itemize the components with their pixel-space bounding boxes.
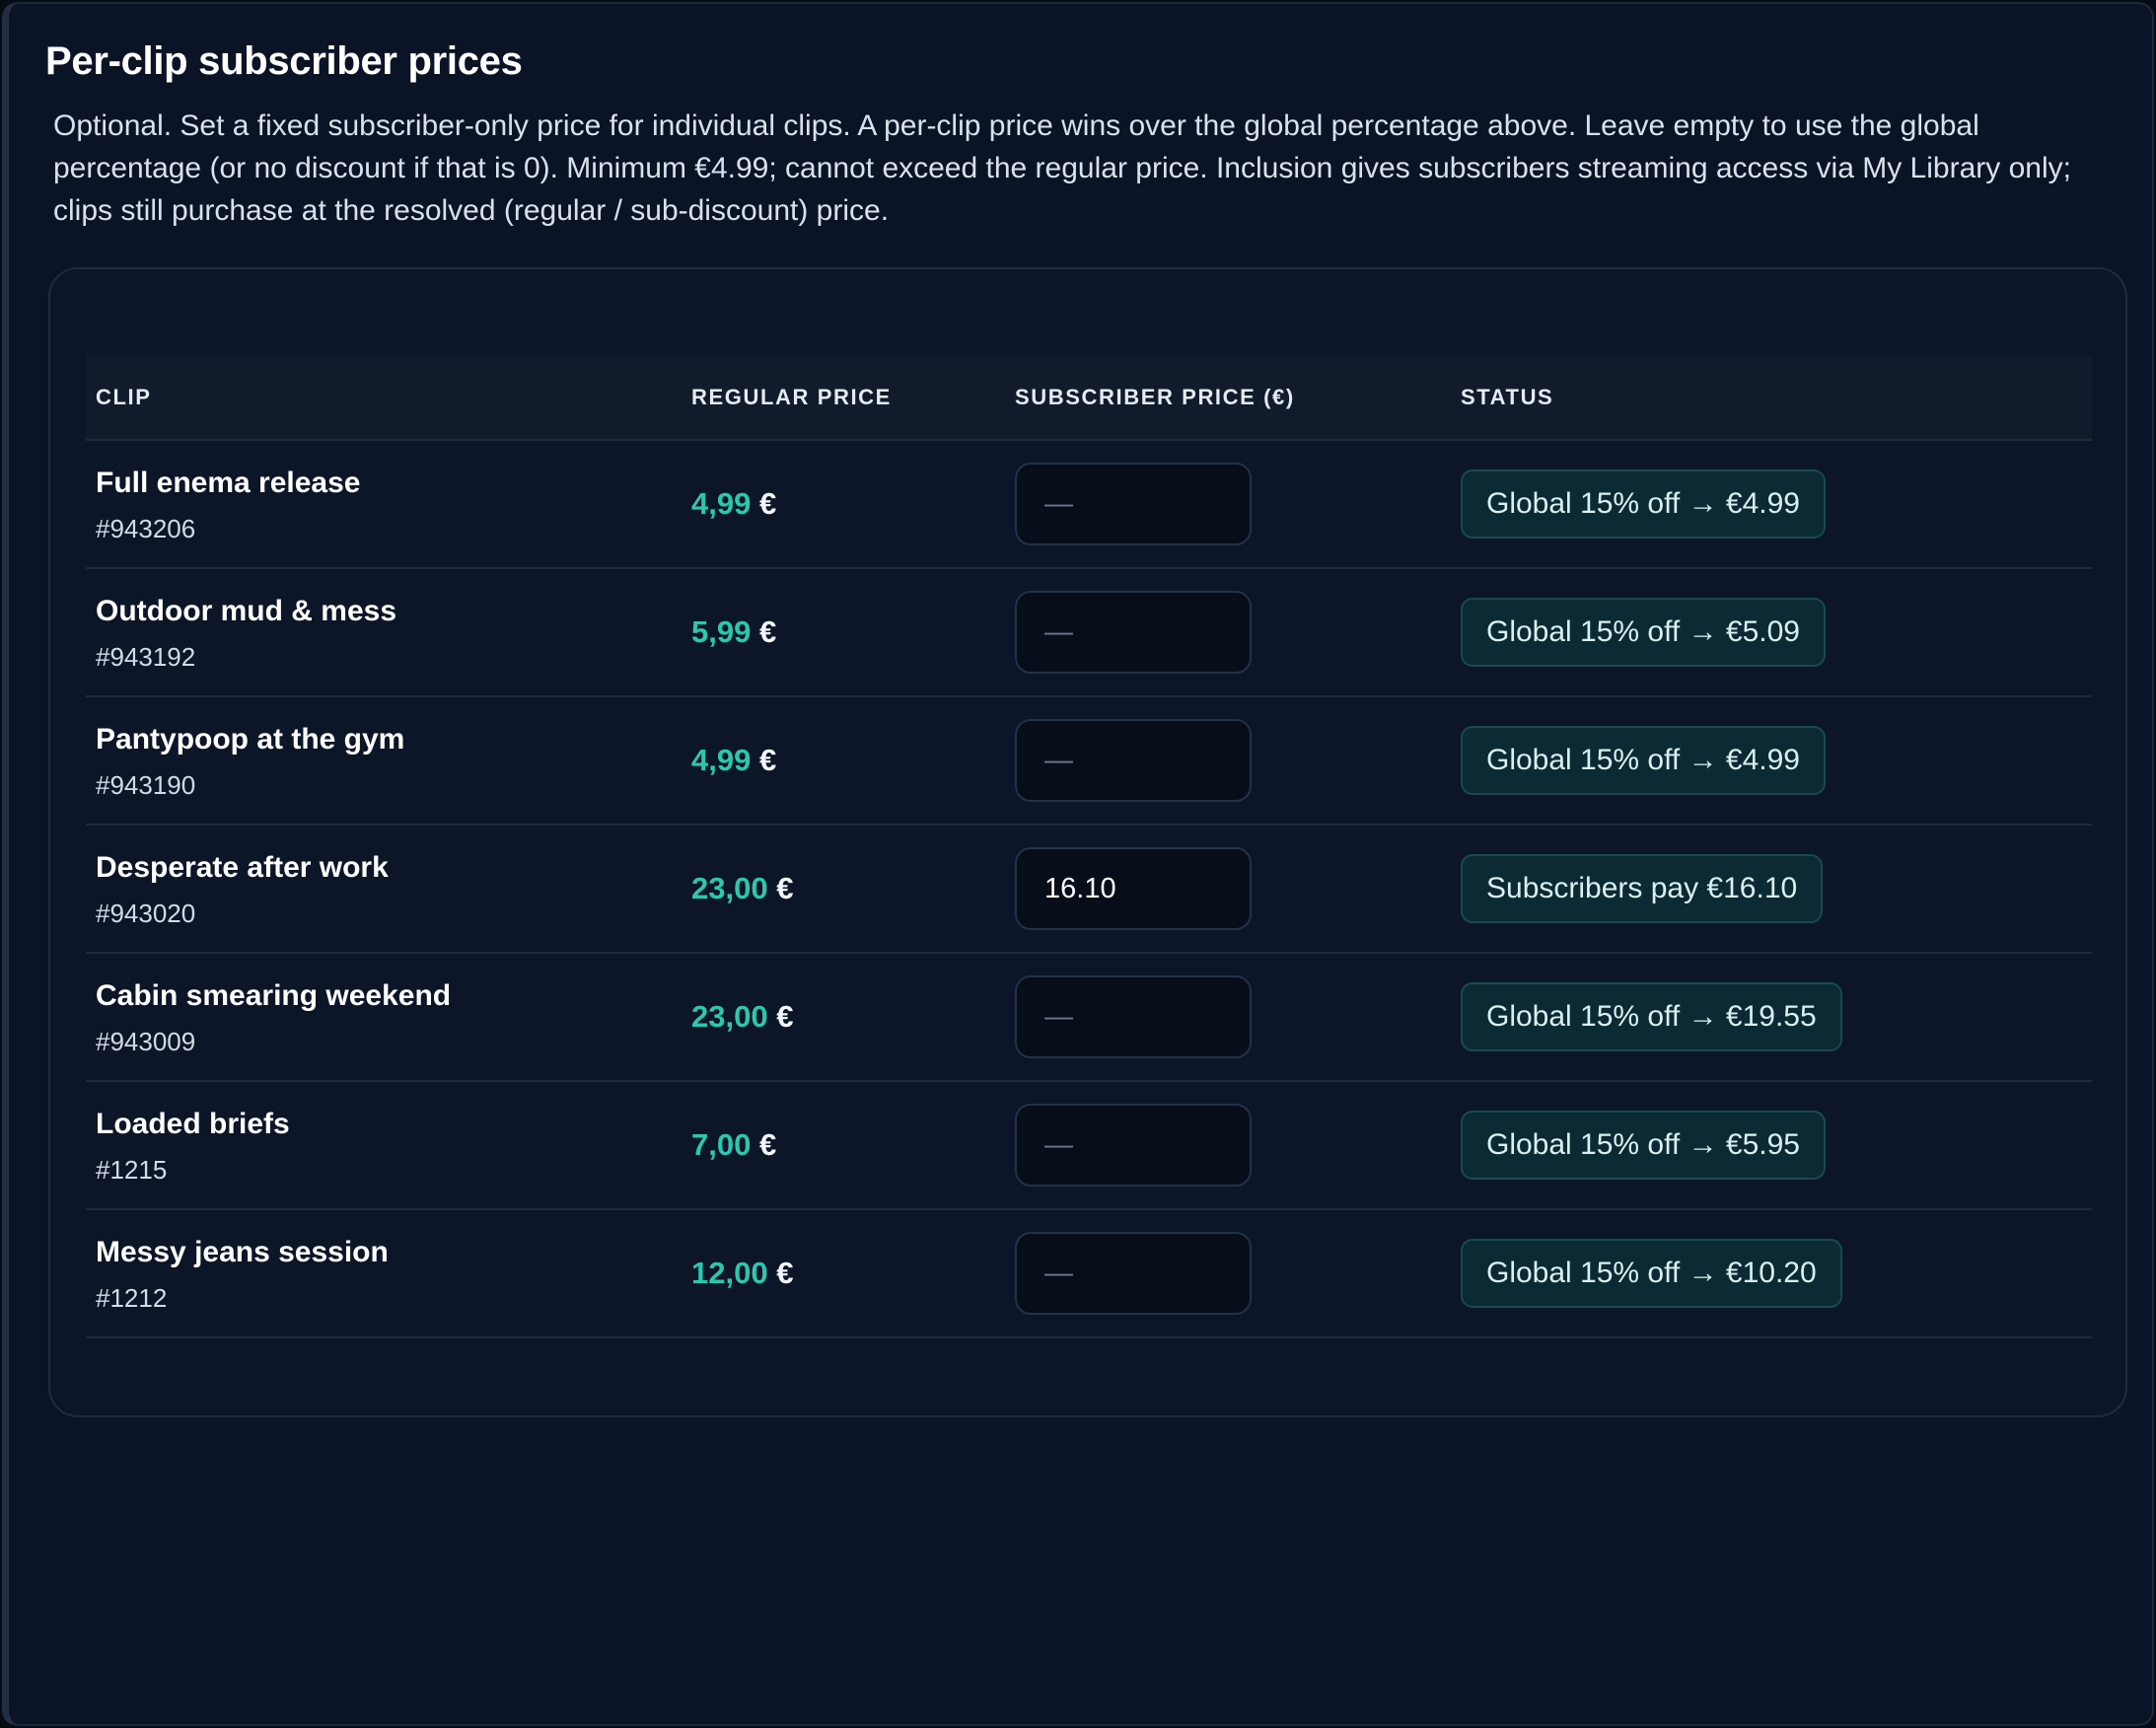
price-currency: €: [758, 486, 777, 521]
regular-price: 23,00 €: [682, 825, 1005, 953]
price-currency: €: [758, 614, 777, 649]
column-header-subscriber-price: SUBSCRIBER PRICE (€): [1005, 355, 1451, 441]
subscriber-price-input[interactable]: [1015, 847, 1252, 930]
subscriber-price-cell: [1005, 1209, 1451, 1337]
subscriber-price-cell: [1005, 696, 1451, 825]
status-badge: Subscribers pay €16.10: [1461, 854, 1824, 923]
table-row: Outdoor mud & mess #943192 5,99 € Global…: [86, 568, 2092, 696]
clip-cell: Pantypoop at the gym #943190: [86, 696, 682, 825]
clip-cell: Full enema release #943206: [86, 440, 682, 568]
clip-id: #1215: [96, 1154, 168, 1185]
column-header-status: STATUS: [1451, 355, 2092, 441]
clip-id: #1212: [96, 1282, 168, 1313]
regular-price: 7,00 €: [682, 1081, 1005, 1209]
status-cell: Global 15% off → €4.99: [1451, 440, 2092, 568]
status-cell: Global 15% off → €5.09: [1451, 568, 2092, 696]
status-cell: Global 15% off → €5.95: [1451, 1081, 2092, 1209]
status-badge: Global 15% off → €5.09: [1461, 598, 1826, 667]
table-row: Loaded briefs #1215 7,00 € Global 15% of…: [86, 1081, 2092, 1209]
status-cell: Subscribers pay €16.10: [1451, 825, 2092, 953]
clip-id: #943020: [96, 898, 196, 928]
clips-card: CLIP REGULAR PRICE SUBSCRIBER PRICE (€) …: [48, 267, 2127, 1417]
price-value: 5,99: [691, 614, 752, 649]
clip-cell: Cabin smearing weekend #943009: [86, 953, 682, 1081]
price-value: 23,00: [691, 999, 768, 1034]
status-badge: Global 15% off → €5.95: [1461, 1111, 1826, 1180]
clip-cell: Loaded briefs #1215: [86, 1081, 682, 1209]
status-badge: Global 15% off → €19.55: [1461, 982, 1842, 1051]
table-row: Desperate after work #943020 23,00 € Sub…: [86, 825, 2092, 953]
status-badge: Global 15% off → €4.99: [1461, 469, 1826, 539]
subscriber-price-input[interactable]: [1015, 1232, 1252, 1315]
clip-name: Pantypoop at the gym: [96, 722, 405, 756]
table-row: Full enema release #943206 4,99 € Global…: [86, 440, 2092, 568]
table-row: Pantypoop at the gym #943190 4,99 € Glob…: [86, 696, 2092, 825]
clip-name: Loaded briefs: [96, 1107, 290, 1140]
subscriber-prices-panel: Per-clip subscriber prices Optional. Set…: [2, 2, 2154, 1726]
price-value: 23,00: [691, 871, 768, 905]
price-currency: €: [776, 999, 794, 1034]
regular-price: 4,99 €: [682, 440, 1005, 568]
clip-id: #943206: [96, 513, 196, 543]
subscriber-price-cell: [1005, 1081, 1451, 1209]
clip-id: #943190: [96, 769, 196, 800]
status-cell: Global 15% off → €10.20: [1451, 1209, 2092, 1337]
status-badge: Global 15% off → €4.99: [1461, 726, 1826, 795]
subscriber-price-input[interactable]: [1015, 719, 1252, 802]
clip-cell: Messy jeans session #1212: [86, 1209, 682, 1337]
subscriber-price-cell: [1005, 440, 1451, 568]
clips-table: CLIP REGULAR PRICE SUBSCRIBER PRICE (€) …: [86, 355, 2092, 1338]
price-currency: €: [758, 1127, 777, 1162]
price-value: 4,99: [691, 743, 752, 777]
clip-name: Desperate after work: [96, 850, 389, 884]
clip-name: Messy jeans session: [96, 1235, 389, 1268]
clip-cell: Desperate after work #943020: [86, 825, 682, 953]
clip-name: Full enema release: [96, 466, 361, 499]
regular-price: 23,00 €: [682, 953, 1005, 1081]
clip-id: #943009: [96, 1026, 196, 1056]
clip-name: Outdoor mud & mess: [96, 594, 397, 627]
subscriber-price-cell: [1005, 825, 1451, 953]
price-value: 4,99: [691, 486, 752, 521]
table-row: Messy jeans session #1212 12,00 € Global…: [86, 1209, 2092, 1337]
subscriber-price-cell: [1005, 953, 1451, 1081]
table-header-row: CLIP REGULAR PRICE SUBSCRIBER PRICE (€) …: [86, 355, 2092, 441]
page-title: Per-clip subscriber prices: [45, 39, 523, 83]
status-cell: Global 15% off → €19.55: [1451, 953, 2092, 1081]
price-currency: €: [776, 871, 794, 905]
status-badge: Global 15% off → €10.20: [1461, 1239, 1842, 1308]
status-cell: Global 15% off → €4.99: [1451, 696, 2092, 825]
price-value: 12,00: [691, 1256, 768, 1290]
clip-name: Cabin smearing weekend: [96, 978, 452, 1012]
table-row: Cabin smearing weekend #943009 23,00 € G…: [86, 953, 2092, 1081]
price-value: 7,00: [691, 1127, 752, 1162]
subscriber-price-input[interactable]: [1015, 591, 1252, 674]
subscriber-price-input[interactable]: [1015, 975, 1252, 1058]
page-description: Optional. Set a fixed subscriber-only pr…: [53, 109, 2071, 227]
clip-cell: Outdoor mud & mess #943192: [86, 568, 682, 696]
subscriber-price-input[interactable]: [1015, 463, 1252, 545]
regular-price: 5,99 €: [682, 568, 1005, 696]
price-currency: €: [758, 743, 777, 777]
clip-id: #943192: [96, 641, 196, 672]
price-currency: €: [776, 1256, 794, 1290]
column-header-clip: CLIP: [86, 355, 682, 441]
regular-price: 4,99 €: [682, 696, 1005, 825]
subscriber-price-input[interactable]: [1015, 1104, 1252, 1187]
column-header-regular-price: REGULAR PRICE: [682, 355, 1005, 441]
subscriber-price-cell: [1005, 568, 1451, 696]
regular-price: 12,00 €: [682, 1209, 1005, 1337]
